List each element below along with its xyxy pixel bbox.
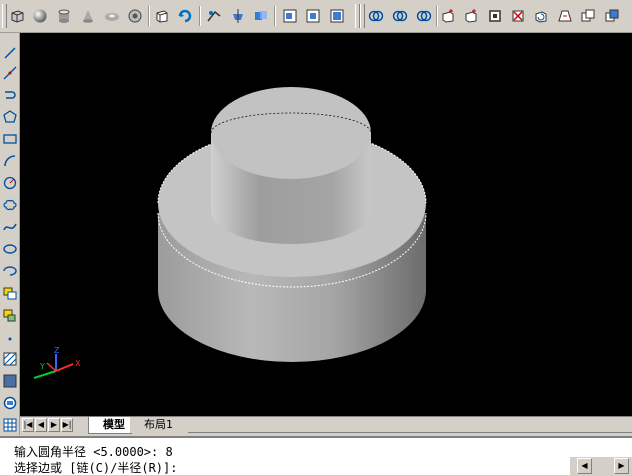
make-block-icon[interactable] [1,305,18,324]
section-icon[interactable] [229,7,247,25]
scroll-right-button[interactable]: ▶ [614,458,629,474]
copy-faces-icon[interactable] [579,7,597,25]
setup-profile-icon[interactable] [328,7,346,25]
tab-layout1[interactable]: 布局1 [130,417,179,433]
layout-tabs: |◀ ◀ ▶ ▶| 模型 布局1 [20,416,632,434]
solids-toolbar [0,0,632,33]
solid-model[interactable]: Z X Y [20,33,632,416]
ellipse-arc-icon[interactable] [1,261,18,280]
first-tab-button[interactable]: |◀ [22,418,34,432]
rotate-faces-icon[interactable] [532,7,550,25]
polyline-icon[interactable] [1,85,18,104]
spline-icon[interactable] [1,217,18,236]
extrude-icon[interactable] [153,7,171,25]
box-icon[interactable] [8,7,26,25]
region-icon[interactable] [1,371,18,390]
top-cylinder[interactable] [210,87,372,244]
draw-toolbar [0,33,20,435]
sphere-icon[interactable] [31,7,49,25]
prev-tab-button[interactable]: ◀ [35,418,47,432]
insert-block-icon[interactable] [1,283,18,302]
construction-line-icon[interactable] [1,63,18,82]
revision-cloud-icon[interactable] [1,195,18,214]
tab-model[interactable]: 模型 [88,417,132,434]
polygon-icon[interactable] [1,107,18,126]
ucs-x-label: X [75,359,81,368]
toolbar-grip[interactable] [2,4,7,28]
table-icon[interactable] [1,415,18,434]
offset-faces-icon[interactable] [486,7,504,25]
extrude-faces-icon[interactable] [439,7,457,25]
hatch-icon[interactable] [1,349,18,368]
setup-drawing-icon[interactable] [281,7,299,25]
scroll-left-button[interactable]: ◀ [577,458,592,474]
point-icon[interactable] [1,327,18,346]
ucs-icon: Z X Y [33,346,81,379]
ucs-z-label: Z [54,346,60,355]
command-scrollbar[interactable]: ◀ ▶ [570,457,632,475]
next-tab-button[interactable]: ▶ [48,418,60,432]
wedge-icon[interactable] [103,7,121,25]
taper-faces-icon[interactable] [556,7,574,25]
slice-icon[interactable] [205,7,223,25]
tab-model-label: 模型 [103,418,125,431]
ucs-y-label: Y [39,362,45,371]
union-icon[interactable] [367,7,385,25]
cylinder-icon[interactable] [55,7,73,25]
revolve-icon[interactable] [176,7,194,25]
command-history-line: 输入圆角半径 <5.0000>: 8 [14,445,173,459]
cone-icon[interactable] [79,7,97,25]
toolbar-grip[interactable] [360,4,365,28]
command-window[interactable]: 输入圆角半径 <5.0000>: 8 选择边或 [链(C)/半径(R)]: ◀ … [0,436,632,475]
color-faces-icon[interactable] [603,7,621,25]
command-prompt-line[interactable]: 选择边或 [链(C)/半径(R)]: [14,459,177,476]
drawing-viewport[interactable]: Z X Y [20,33,632,416]
gradient-icon[interactable] [1,393,18,412]
move-faces-icon[interactable] [462,7,480,25]
torus-icon[interactable] [126,7,144,25]
subtract-icon[interactable] [391,7,409,25]
intersect-icon[interactable] [415,7,433,25]
delete-faces-icon[interactable] [509,7,527,25]
line-icon[interactable] [1,43,18,62]
circle-icon[interactable] [1,173,18,192]
interfere-icon[interactable] [252,7,270,25]
ellipse-icon[interactable] [1,239,18,258]
arc-icon[interactable] [1,151,18,170]
rectangle-icon[interactable] [1,129,18,148]
setup-view-icon[interactable] [304,7,322,25]
tab-layout1-label: 布局1 [144,418,173,431]
last-tab-button[interactable]: ▶| [61,418,73,432]
